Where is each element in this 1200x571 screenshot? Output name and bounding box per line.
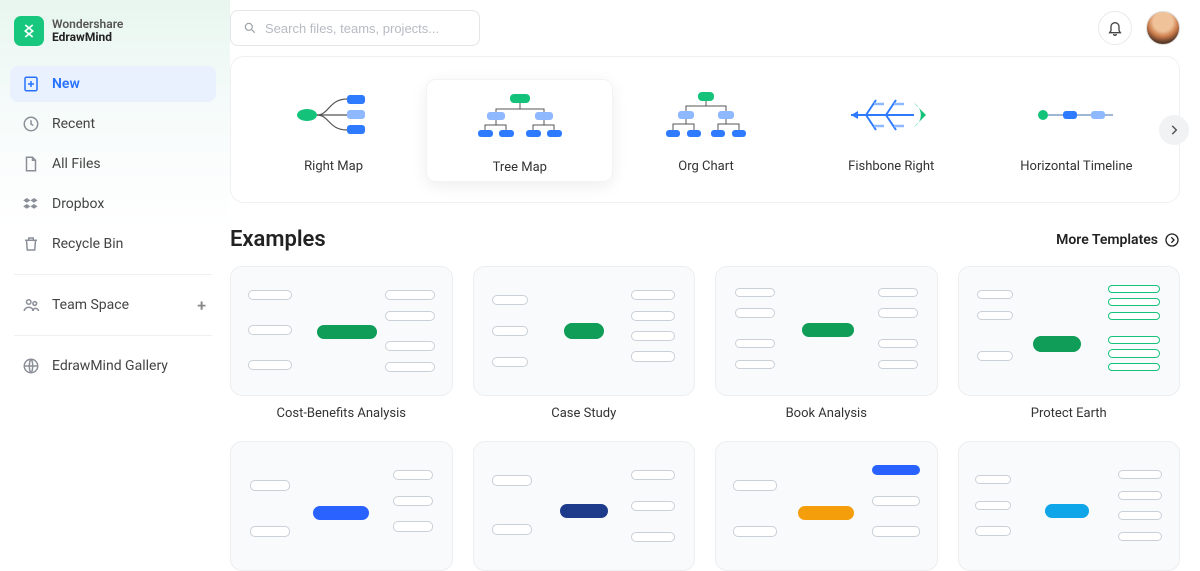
clock-icon [22, 115, 40, 133]
template-thumb [656, 85, 756, 145]
example-preview [230, 441, 453, 571]
example-preview [715, 441, 938, 571]
template-tree-map[interactable]: Tree Map [426, 79, 613, 182]
notifications-button[interactable] [1098, 11, 1132, 45]
example-preview [473, 266, 696, 396]
sidebar-item-new[interactable]: New [10, 66, 216, 102]
template-label: Horizontal Timeline [1020, 159, 1132, 174]
template-next-button[interactable] [1159, 115, 1189, 145]
dropbox-icon [22, 195, 40, 213]
brand-logo [14, 16, 44, 46]
example-protect-earth[interactable]: Protect Earth [958, 266, 1181, 421]
more-templates-label: More Templates [1056, 232, 1158, 248]
example-label: Book Analysis [715, 406, 938, 421]
template-thumb [284, 85, 384, 145]
sidebar-item-recent[interactable]: Recent [10, 106, 216, 142]
example-preview [958, 266, 1181, 396]
topbar [230, 0, 1200, 56]
add-team-icon[interactable]: + [197, 296, 206, 315]
example-card[interactable] [230, 441, 453, 571]
sidebar: Wondershare EdrawMind New Recent All Fil… [0, 0, 230, 571]
example-book-analysis[interactable]: Book Analysis [715, 266, 938, 421]
brand-line2: EdrawMind [52, 31, 123, 44]
example-card[interactable] [715, 441, 938, 571]
sidebar-item-recycle-bin[interactable]: Recycle Bin [10, 226, 216, 262]
nav-label: Recycle Bin [52, 236, 123, 252]
template-right-map[interactable]: Right Map [241, 79, 426, 180]
more-templates-link[interactable]: More Templates [1056, 232, 1180, 248]
template-horizontal-timeline[interactable]: Horizontal Timeline [984, 79, 1169, 180]
search-icon [243, 21, 257, 35]
template-org-chart[interactable]: Org Chart [613, 79, 798, 180]
template-fishbone-right[interactable]: Fishbone Right [799, 79, 984, 180]
nav-divider [14, 274, 212, 275]
example-card[interactable] [958, 441, 1181, 571]
template-label: Right Map [304, 159, 363, 174]
chevron-right-icon [1167, 123, 1181, 137]
nav-label: EdrawMind Gallery [52, 358, 168, 374]
avatar[interactable] [1146, 11, 1180, 45]
main: Right Map Tree Map [230, 0, 1200, 571]
example-card[interactable] [473, 441, 696, 571]
example-label: Cost-Benefits Analysis [230, 406, 453, 421]
globe-icon [22, 357, 40, 375]
bell-icon [1107, 20, 1123, 36]
brand: Wondershare EdrawMind [10, 10, 216, 66]
example-label: Protect Earth [958, 406, 1181, 421]
nav-label: Dropbox [52, 196, 104, 212]
search-box[interactable] [230, 10, 480, 46]
nav-label: All Files [52, 156, 101, 172]
brand-text: Wondershare EdrawMind [52, 18, 123, 44]
examples-header: Examples More Templates [230, 227, 1180, 252]
example-preview [715, 266, 938, 396]
example-cost-benefits-analysis[interactable]: Cost-Benefits Analysis [230, 266, 453, 421]
example-preview [230, 266, 453, 396]
sidebar-item-gallery[interactable]: EdrawMind Gallery [10, 348, 216, 384]
file-icon [22, 155, 40, 173]
team-icon [22, 296, 40, 314]
example-case-study[interactable]: Case Study [473, 266, 696, 421]
example-preview [958, 441, 1181, 571]
sidebar-item-all-files[interactable]: All Files [10, 146, 216, 182]
nav-label: Team Space [52, 297, 129, 313]
sidebar-item-dropbox[interactable]: Dropbox [10, 186, 216, 222]
examples-grid: Cost-Benefits Analysis Case Study [230, 266, 1180, 571]
example-label: Case Study [473, 406, 696, 421]
example-preview [473, 441, 696, 571]
template-thumb [470, 86, 570, 146]
template-strip: Right Map Tree Map [230, 56, 1180, 203]
trash-icon [22, 235, 40, 253]
arrow-circle-icon [1164, 232, 1180, 248]
sidebar-item-team-space[interactable]: Team Space + [10, 287, 216, 323]
template-thumb [1026, 85, 1126, 145]
nav-list: New Recent All Files Dropbox Recycle Bin… [10, 66, 216, 384]
search-input[interactable] [265, 21, 467, 36]
template-label: Org Chart [678, 159, 733, 174]
template-label: Fishbone Right [848, 159, 934, 174]
examples-heading: Examples [230, 227, 326, 252]
nav-label: New [52, 76, 80, 92]
plus-file-icon [22, 75, 40, 93]
nav-divider [14, 335, 212, 336]
content: Right Map Tree Map [230, 56, 1200, 571]
template-thumb [841, 85, 941, 145]
template-label: Tree Map [493, 160, 547, 175]
nav-label: Recent [52, 116, 95, 132]
